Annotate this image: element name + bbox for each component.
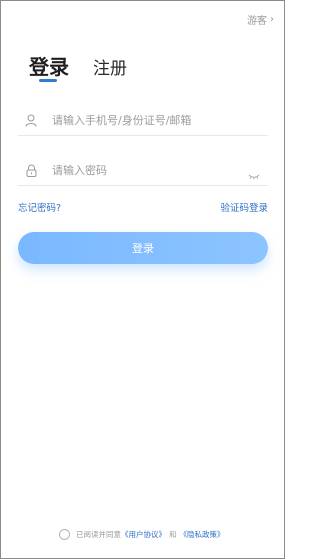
agreement-and: 和 (169, 530, 177, 539)
guest-label: 游客 (247, 16, 267, 27)
tab-register[interactable]: 注册 (93, 54, 127, 79)
tab-login[interactable]: 登录 (29, 51, 69, 82)
account-field (18, 105, 268, 136)
account-input[interactable] (52, 113, 232, 127)
eye-closed-icon[interactable] (248, 165, 260, 184)
chevron-right-icon: › (270, 14, 274, 25)
agreement-row: 已阅读并同意 《用户协议》 和 《隐私政策》 (59, 529, 225, 540)
forgot-password-link[interactable]: 忘记密码? (18, 200, 61, 214)
sms-login-link[interactable]: 验证码登录 (220, 200, 268, 214)
password-field (18, 155, 268, 186)
agreement-checkbox[interactable] (59, 529, 70, 540)
privacy-policy-link[interactable]: 《隐私政策》 (180, 529, 225, 540)
login-screen: 游客 › 登录 注册 请输入手机号/身份证号/邮箱 忘记密码? 验证码登录 登录… (0, 0, 285, 559)
tab-register-label: 注册 (93, 59, 127, 79)
active-tab-indicator (39, 79, 57, 82)
password-input[interactable] (52, 163, 232, 177)
tab-login-label: 登录 (29, 55, 69, 79)
login-button[interactable]: 登录 (18, 232, 268, 264)
lock-icon (24, 163, 38, 177)
auth-tabs: 登录 注册 (29, 51, 127, 82)
user-icon (24, 113, 38, 127)
agreement-prefix: 已阅读并同意 (76, 530, 121, 539)
user-agreement-link[interactable]: 《用户协议》 (121, 529, 166, 540)
guest-entry[interactable]: 游客 › (247, 12, 274, 27)
